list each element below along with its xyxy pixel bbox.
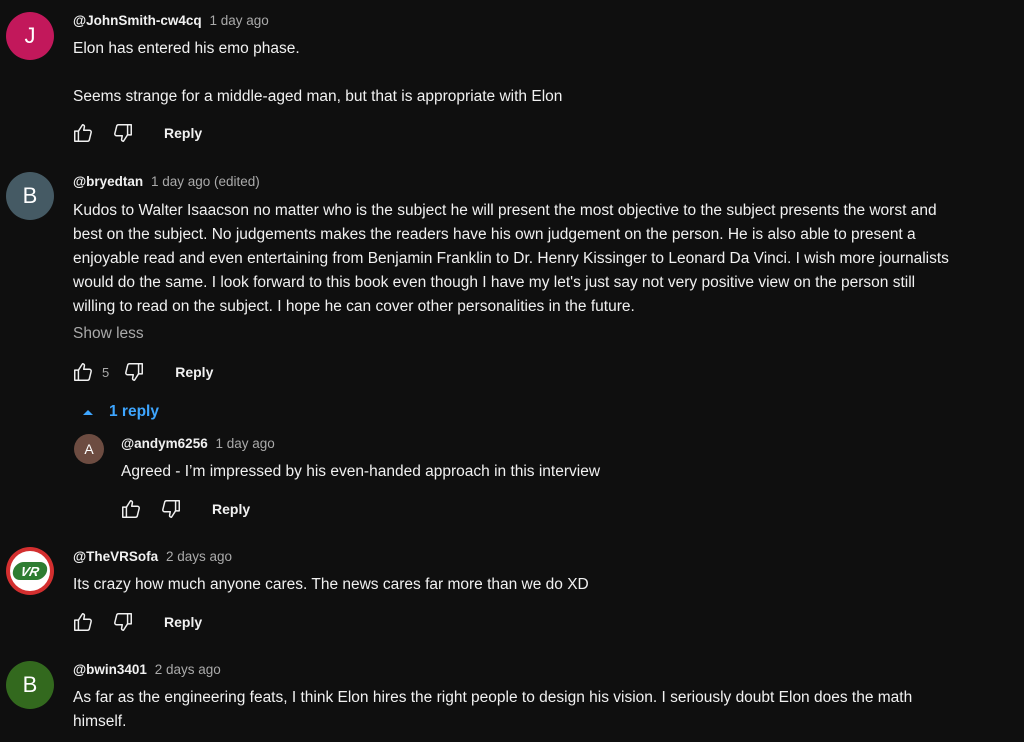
avatar-letter: J xyxy=(24,23,36,48)
avatar-letter: VR xyxy=(19,563,41,579)
like-button[interactable] xyxy=(70,609,96,635)
comment-author[interactable]: @bwin3401 xyxy=(73,662,147,677)
avatar-letter: A xyxy=(84,441,94,457)
dislike-button[interactable] xyxy=(158,496,184,522)
comment-text-line: Elon has entered his emo phase. xyxy=(73,40,300,57)
replies-count: 1 reply xyxy=(109,403,159,420)
comment-actions: Reply xyxy=(118,494,250,524)
thumbs-up-icon xyxy=(122,500,140,518)
comment-text-line: Kudos to Walter Isaacson no matter who i… xyxy=(73,202,937,219)
comment-text-line: Its crazy how much anyone cares. The new… xyxy=(73,576,589,593)
comment-time[interactable]: 1 day ago xyxy=(209,13,268,28)
like-button[interactable] xyxy=(118,496,144,522)
comment-author[interactable]: @JohnSmith-cw4cq xyxy=(73,13,202,28)
comment-body: Its crazy how much anyone cares. The new… xyxy=(73,573,1013,597)
comment-actions: Reply xyxy=(70,607,202,637)
reply-button[interactable]: Reply xyxy=(212,501,250,517)
thumbs-down-icon xyxy=(114,613,132,631)
comment-time[interactable]: 2 days ago xyxy=(166,549,232,564)
dislike-button[interactable] xyxy=(110,609,136,635)
reply-button[interactable]: Reply xyxy=(175,364,213,380)
avatar[interactable]: B xyxy=(6,661,54,709)
thumbs-down-icon xyxy=(162,500,180,518)
comment-time[interactable]: 2 days ago xyxy=(155,662,221,677)
comment-text-line: best on the subject. No judgements makes… xyxy=(73,226,916,243)
comment-body: Elon has entered his emo phase. Seems st… xyxy=(73,37,1013,109)
avatar[interactable]: VR xyxy=(6,547,54,595)
comment-actions: Reply xyxy=(70,118,202,148)
caret-up-icon xyxy=(83,410,93,415)
comment-author[interactable]: @andym6256 xyxy=(121,436,208,451)
comment-text-line: Seems strange for a middle-aged man, but… xyxy=(73,88,563,105)
comment-time[interactable]: 1 day ago xyxy=(215,436,274,451)
comment-text-line: willing to read on the subject. I hope h… xyxy=(73,298,635,315)
thumbs-up-icon xyxy=(74,124,92,142)
like-button[interactable] xyxy=(70,359,96,385)
comment-actions: 5 Reply xyxy=(70,357,213,387)
avatar[interactable]: A xyxy=(74,434,104,464)
thumbs-down-icon xyxy=(125,363,144,381)
show-less-button[interactable]: Show less xyxy=(73,325,144,343)
thumbs-down-icon xyxy=(114,124,132,142)
avatar[interactable]: B xyxy=(6,172,54,220)
comment-author[interactable]: @bryedtan xyxy=(73,174,143,189)
avatar-letter: B xyxy=(22,183,38,208)
like-count: 5 xyxy=(102,364,110,380)
comment-author[interactable]: @TheVRSofa xyxy=(73,549,158,564)
comment-text-line: himself. xyxy=(73,713,127,730)
reply-button[interactable]: Reply xyxy=(164,614,202,630)
dislike-button[interactable] xyxy=(121,359,147,385)
reply-button[interactable]: Reply xyxy=(164,125,202,141)
comment-text-line: enjoyable read and even entertaining fro… xyxy=(73,250,949,267)
comment-text-line: As far as the engineering feats, I think… xyxy=(73,689,913,706)
comment-body: Agreed - I’m impressed by his even-hande… xyxy=(121,460,1011,484)
replies-toggle-button[interactable]: 1 reply xyxy=(81,403,159,421)
comment-text-line: would do the same. I look forward to thi… xyxy=(73,274,916,291)
comment-time[interactable]: 1 day ago (edited) xyxy=(151,174,260,189)
thumbs-up-icon xyxy=(74,363,92,381)
comment-body: Kudos to Walter Isaacson no matter who i… xyxy=(73,199,1023,319)
vr-logo-icon: VR xyxy=(10,551,50,591)
comment-text-line: Agreed - I’m impressed by his even-hande… xyxy=(121,463,601,480)
comment-body: As far as the engineering feats, I think… xyxy=(73,686,1018,734)
like-button[interactable] xyxy=(70,120,96,146)
avatar[interactable]: J xyxy=(6,12,54,60)
thumbs-up-icon xyxy=(74,613,92,631)
avatar-letter: B xyxy=(22,672,38,697)
dislike-button[interactable] xyxy=(110,120,136,146)
